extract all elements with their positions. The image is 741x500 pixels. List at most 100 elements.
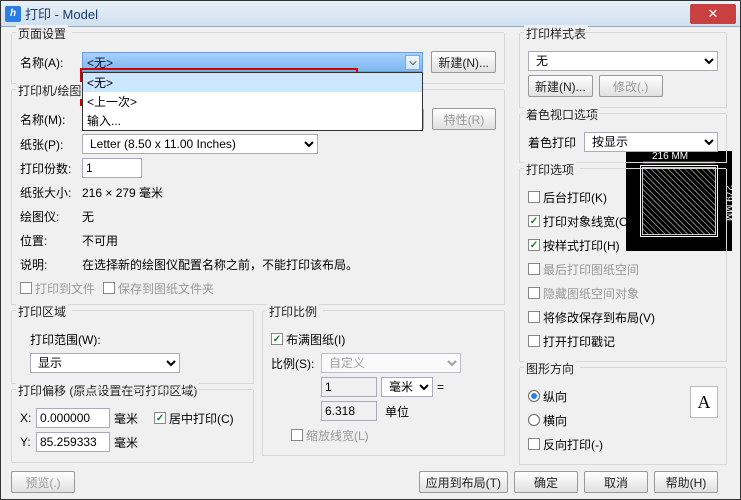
printer-props-button[interactable]: 特性(R) — [432, 108, 496, 130]
papersize-value: 216 × 279 毫米 — [82, 184, 163, 201]
shade-select[interactable]: 按显示 — [584, 132, 718, 152]
print-range-label: 打印范围(W): — [30, 331, 101, 348]
opt-bg-label: 后台打印(K) — [543, 189, 607, 206]
opt-lw-label: 打印对象线宽(O) — [543, 213, 632, 230]
scale-den-unit: 单位 — [385, 403, 409, 420]
preview-button[interactable]: 预览(.) — [11, 471, 75, 493]
orient-portrait-radio[interactable] — [528, 390, 540, 402]
desc-label: 说明: — [20, 256, 82, 273]
pagesetup-name-value: <无> — [87, 54, 113, 71]
page-setup-title: 页面设置 — [16, 25, 68, 42]
opt-save-checkbox[interactable] — [528, 311, 540, 323]
shade-group: 着色视口选项 着色打印按显示 — [519, 114, 727, 163]
center-print-checkbox[interactable] — [154, 412, 166, 424]
paper-label: 纸张(P): — [20, 136, 82, 153]
orient-landscape-radio[interactable] — [528, 414, 540, 426]
orient-reverse-checkbox[interactable] — [528, 438, 540, 450]
offset-x-unit: 毫米 — [114, 410, 138, 427]
scale-eq: = — [437, 380, 444, 394]
window-title: 打印 - Model — [25, 4, 688, 23]
opt-bg-checkbox[interactable] — [528, 191, 540, 203]
print-options-title: 打印选项 — [524, 161, 576, 178]
offset-y-input[interactable] — [36, 432, 110, 452]
papersize-label: 纸张大小: — [20, 184, 82, 201]
paper-select[interactable]: Letter (8.50 x 11.00 Inches) — [82, 134, 318, 154]
style-new-button[interactable]: 新建(N)... — [528, 75, 593, 97]
offset-x-input[interactable] — [36, 408, 110, 428]
scale-num-input — [321, 377, 377, 397]
shade-title: 着色视口选项 — [524, 106, 600, 123]
print-range-select[interactable]: 显示 — [30, 353, 180, 373]
pagesetup-opt-prev[interactable]: <上一次> — [83, 92, 422, 111]
print-options-group: 打印选项 后台打印(K) 打印对象线宽(O) 按样式打印(H) 最后打印图纸空间… — [519, 169, 727, 362]
style-table-title: 打印样式表 — [524, 25, 588, 42]
orientation-group: 图形方向 纵向 横向 反向打印(-) A — [519, 368, 727, 465]
opt-last-checkbox — [528, 263, 540, 275]
opt-last-label: 最后打印图纸空间 — [543, 261, 639, 278]
opt-stamp-checkbox[interactable] — [528, 335, 540, 347]
pagesetup-new-button[interactable]: 新建(N)... — [431, 51, 496, 73]
print-dialog: h 打印 - Model ✕ 页面设置 名称(A): <无> <无> <上一次> — [0, 0, 741, 500]
pagesetup-opt-none[interactable]: <无> — [83, 73, 422, 92]
fit-page-label: 布满图纸(I) — [286, 331, 345, 348]
page-setup-group: 页面设置 名称(A): <无> <无> <上一次> 输入... — [11, 33, 505, 84]
cancel-button[interactable]: 取消 — [584, 471, 648, 493]
save-to-folder-label: 保存到图纸文件夹 — [118, 280, 214, 297]
copies-label: 打印份数: — [20, 160, 82, 177]
orient-portrait-label: 纵向 — [543, 388, 567, 405]
offset-y-unit: 毫米 — [114, 434, 138, 451]
position-value: 不可用 — [82, 232, 118, 249]
copies-input[interactable] — [82, 158, 142, 178]
print-to-file-checkbox[interactable] — [20, 282, 32, 294]
scale-select: 自定义 — [321, 353, 461, 373]
offset-y-label: Y: — [20, 435, 36, 449]
print-area-title: 打印区域 — [16, 303, 68, 320]
desc-value: 在选择新的绘图仪配置名称之前，不能打印该布局。 — [82, 256, 358, 273]
opt-save-label: 将修改保存到布局(V) — [543, 309, 655, 326]
opt-hide-label: 隐藏图纸空间对象 — [543, 285, 639, 302]
shade-label: 着色打印 — [528, 134, 584, 151]
orientation-title: 图形方向 — [524, 360, 576, 377]
position-label: 位置: — [20, 232, 82, 249]
ok-button[interactable]: 确定 — [514, 471, 578, 493]
plotter-label: 绘图仪: — [20, 208, 82, 225]
save-to-folder-checkbox[interactable] — [103, 282, 115, 294]
help-button[interactable]: 帮助(H) — [654, 471, 718, 493]
scale-unit-select[interactable]: 毫米 — [381, 377, 433, 397]
pagesetup-name-list[interactable]: <无> <上一次> 输入... — [82, 72, 423, 131]
chevron-down-icon — [405, 55, 420, 70]
print-scale-title: 打印比例 — [267, 303, 319, 320]
style-table-select[interactable]: 无 — [528, 51, 718, 71]
orientation-icon: A — [690, 386, 718, 418]
print-offset-group: 打印偏移 (原点设置在可打印区域) X: 毫米 居中打印(C) Y: 毫米 — [11, 390, 254, 463]
fit-page-checkbox[interactable] — [271, 333, 283, 345]
scale-lineweight-label: 缩放线宽(L) — [306, 427, 369, 444]
app-icon: h — [5, 6, 21, 22]
pagesetup-opt-input[interactable]: 输入... — [83, 111, 422, 130]
style-edit-button[interactable]: 修改(.) — [599, 75, 663, 97]
scale-lineweight-checkbox — [291, 429, 303, 441]
opt-lw-checkbox[interactable] — [528, 215, 540, 227]
pagesetup-name-label: 名称(A): — [20, 54, 82, 71]
opt-hide-checkbox — [528, 287, 540, 299]
opt-style-checkbox[interactable] — [528, 239, 540, 251]
opt-style-label: 按样式打印(H) — [543, 237, 620, 254]
scale-den-input — [321, 401, 377, 421]
print-area-group: 打印区域 打印范围(W): 显示 — [11, 311, 254, 384]
print-to-file-label: 打印到文件 — [35, 280, 95, 297]
close-button[interactable]: ✕ — [690, 4, 736, 24]
titlebar[interactable]: h 打印 - Model ✕ — [1, 1, 740, 27]
scale-label: 比例(S): — [271, 355, 321, 372]
style-table-group: 打印样式表 无 新建(N)... 修改(.) — [519, 33, 727, 108]
opt-stamp-label: 打开打印戳记 — [543, 333, 615, 350]
printer-name-label: 名称(M): — [20, 111, 82, 128]
offset-x-label: X: — [20, 411, 36, 425]
button-bar: 预览(.) 应用到布局(T) 确定 取消 帮助(H) — [11, 471, 730, 493]
plotter-value: 无 — [82, 208, 94, 225]
orient-reverse-label: 反向打印(-) — [543, 436, 603, 453]
center-print-label: 居中打印(C) — [169, 410, 234, 427]
orient-landscape-label: 横向 — [543, 412, 567, 429]
print-scale-group: 打印比例 布满图纸(I) 比例(S):自定义 毫米 = 单位 缩放线宽(L) — [262, 311, 505, 456]
apply-layout-button[interactable]: 应用到布局(T) — [419, 471, 508, 493]
pagesetup-name-dropdown[interactable]: <无> <无> <上一次> 输入... — [82, 52, 423, 72]
